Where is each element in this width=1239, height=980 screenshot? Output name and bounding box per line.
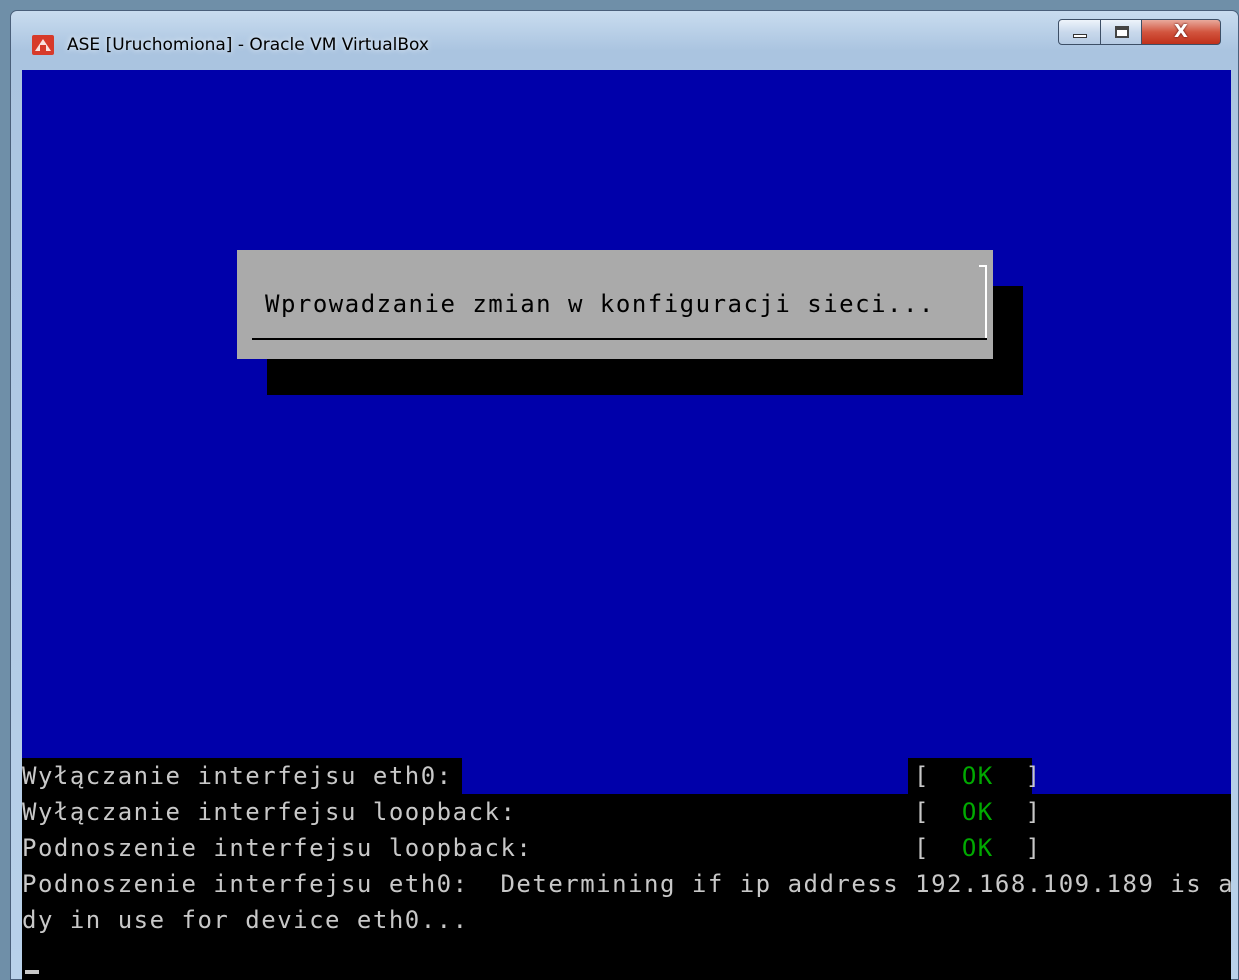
maximize-icon: [1115, 26, 1129, 38]
console-line: Podnoszenie interfejsu loopback:: [22, 834, 533, 862]
window-title: ASE [Uruchomiona] - Oracle VM VirtualBox: [67, 35, 429, 55]
console-line: Wyłączanie interfejsu loopback:: [22, 798, 517, 826]
vm-console-screen[interactable]: Wprowadzanie zmian w konfiguracji sieci.…: [22, 70, 1231, 980]
minimize-icon: [1073, 34, 1087, 38]
virtualbox-icon: [32, 35, 54, 55]
maximize-button[interactable]: [1100, 19, 1142, 45]
minimize-button[interactable]: [1058, 19, 1101, 45]
status-ok-text: OK: [961, 834, 994, 862]
close-icon: X: [1174, 21, 1188, 42]
console-line: dy in use for device eth0...: [22, 906, 469, 934]
status-ok-text: OK: [961, 762, 994, 790]
console-output: Wyłączanie interfejsu eth0: [ OK ] Wyłąc…: [22, 758, 1231, 980]
dialog-border: [252, 338, 987, 340]
progress-dialog: Wprowadzanie zmian w konfiguracji sieci.…: [237, 250, 993, 359]
status-bracket-open: [: [914, 834, 930, 862]
text-cursor: [25, 970, 39, 974]
dialog-message: Wprowadzanie zmian w konfiguracji sieci.…: [265, 290, 935, 318]
close-button[interactable]: X: [1141, 19, 1221, 45]
status-ok: [ OK ]: [914, 758, 1042, 794]
status-ok-text: OK: [961, 798, 994, 826]
status-bracket-open: [: [914, 762, 930, 790]
status-ok: [ OK ]: [914, 830, 1042, 866]
status-bracket-close: ]: [1025, 762, 1042, 790]
status-bracket-close: ]: [1025, 834, 1042, 862]
dialog-border: [979, 265, 987, 339]
console-line: Wyłączanie interfejsu eth0:: [22, 762, 453, 790]
status-bracket-open: [: [914, 798, 930, 826]
title-bar[interactable]: ASE [Uruchomiona] - Oracle VM VirtualBox…: [11, 11, 1238, 71]
status-bracket-close: ]: [1025, 798, 1042, 826]
status-ok: [ OK ]: [914, 794, 1042, 830]
console-line: Podnoszenie interfejsu eth0: Determining…: [22, 870, 1231, 898]
